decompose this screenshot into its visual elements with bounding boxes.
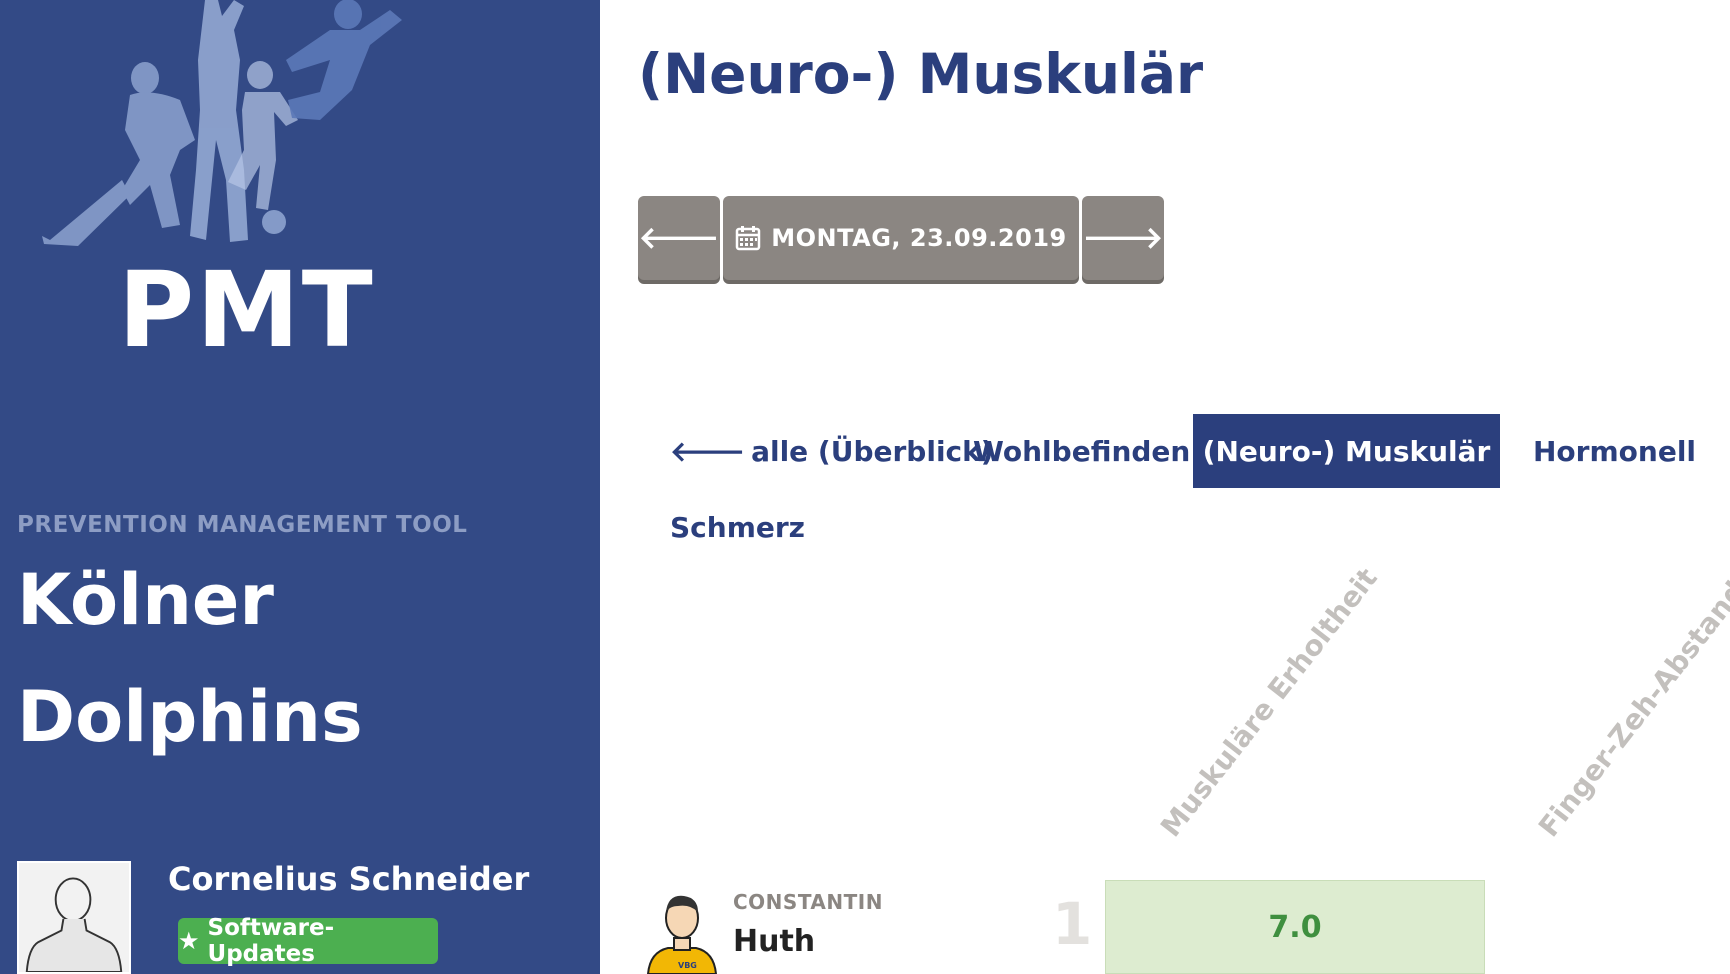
player-rank: 1 <box>1052 890 1093 958</box>
muskulaere-erholtheit-value-cell[interactable]: 7.0 <box>1105 880 1485 974</box>
tab-wohlbefinden[interactable]: Wohlbefinden <box>943 414 1220 488</box>
arrow-right-icon: 🡒 <box>1082 221 1164 256</box>
column-header-finger-zeh-abstand[interactable]: Finger-Zeh-Abstand <box>1532 575 1730 843</box>
star-icon: ★ <box>178 927 200 955</box>
svg-text:VBG: VBG <box>678 961 697 970</box>
category-tabs: 🡐 alle (Überblick) Wohlbefinden (Neuro-)… <box>600 414 1730 554</box>
user-avatar[interactable] <box>17 861 131 974</box>
software-updates-button[interactable]: ★ Software-Updates <box>178 915 438 967</box>
player-last-name: Huth <box>733 924 816 959</box>
software-updates-label: Software-Updates <box>207 915 335 967</box>
calendar-icon <box>736 226 761 251</box>
main-content: (Neuro-) Muskulär 🡐 MONTAG, 23.09.2019 🡒 <box>600 0 1730 974</box>
next-day-button[interactable]: 🡒 <box>1082 196 1164 280</box>
athletes-silhouette-illustration <box>42 0 402 246</box>
arrow-left-icon: 🡐 <box>638 221 720 256</box>
date-navigation: 🡐 MONTAG, 23.09.2019 🡒 <box>638 196 1164 280</box>
user-name[interactable]: Cornelius Schneider <box>168 860 529 898</box>
team-name-line2: Dolphins <box>17 676 363 758</box>
date-label: MONTAG, 23.09.2019 <box>771 224 1067 252</box>
sidebar: PMT PREVENTION MANAGEMENT TOOL Kölner Do… <box>0 0 600 974</box>
team-name-line1: Kölner <box>17 559 274 641</box>
player-avatar: VBG <box>646 895 718 974</box>
date-picker-button[interactable]: MONTAG, 23.09.2019 <box>723 196 1079 280</box>
player-first-name: CONSTANTIN <box>733 890 883 914</box>
previous-day-button[interactable]: 🡐 <box>638 196 720 280</box>
app-subtitle: PREVENTION MANAGEMENT TOOL <box>17 512 468 538</box>
pmt-logo: PMT <box>118 249 375 371</box>
column-header-muskulaere-erholtheit[interactable]: Muskuläre Erholtheit <box>1154 562 1384 843</box>
tab-neuro-muskulaer[interactable]: (Neuro-) Muskulär <box>1193 414 1500 488</box>
tab-hormonell[interactable]: Hormonell <box>1503 414 1726 488</box>
page-title: (Neuro-) Muskulär <box>638 42 1204 106</box>
tab-schmerz[interactable]: Schmerz <box>640 490 835 564</box>
arrow-left-icon: 🡐 <box>670 435 746 468</box>
person-silhouette-icon <box>25 877 123 972</box>
